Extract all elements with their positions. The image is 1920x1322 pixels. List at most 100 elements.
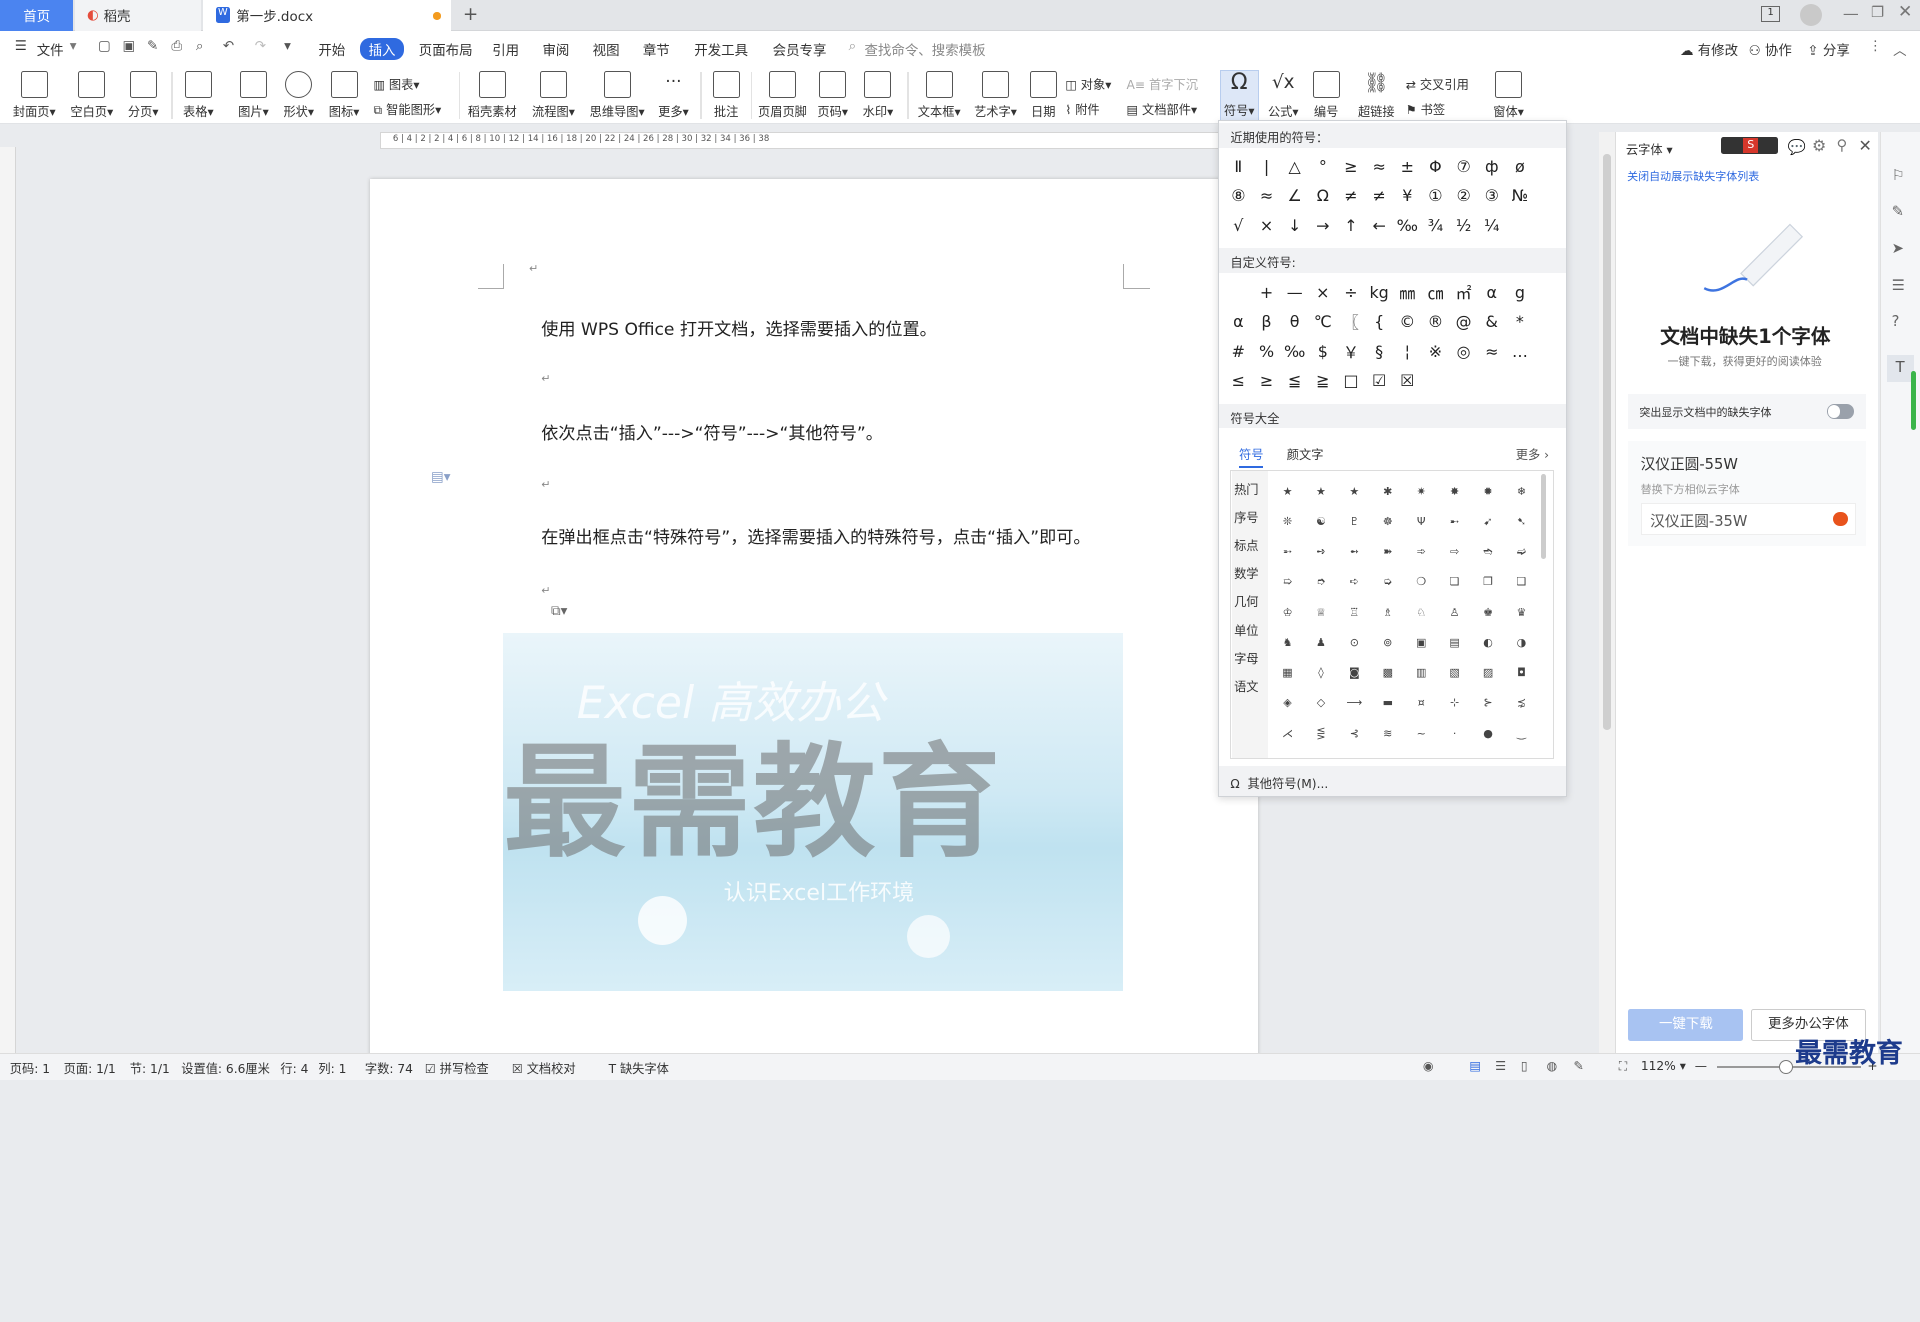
hyperlink-button[interactable]: ⛓ 超链接 [1357, 71, 1396, 120]
pin-icon[interactable]: ⚲ [1837, 137, 1848, 154]
symbol-cell[interactable]: ♇ [1338, 506, 1371, 536]
symbol-cell[interactable]: ¾ [1421, 210, 1449, 239]
symbol-cell[interactable]: Ψ [1404, 506, 1437, 536]
symbol-cell[interactable]: ø [1506, 152, 1534, 181]
textbox-button[interactable]: 文本框▾ [916, 71, 963, 120]
symbol-cell[interactable]: ↑ [1337, 210, 1365, 239]
symbol-cell[interactable]: ≥ [1252, 366, 1280, 395]
symbol-cell[interactable]: β [1252, 307, 1280, 336]
symbol-cell[interactable]: ⑧ [1224, 181, 1252, 210]
symbol-cell[interactable]: ➭ [1371, 567, 1404, 597]
symbol-cell[interactable]: ♕ [1304, 597, 1337, 627]
panel-close-icon[interactable]: ✕ [1859, 136, 1872, 155]
symbol-cell[interactable]: # [1224, 336, 1252, 365]
symbol-cell[interactable]: ⑦ [1450, 152, 1478, 181]
symbol-cell[interactable]: ⇨ [1438, 537, 1471, 567]
symbol-cell[interactable]: ¤ [1404, 688, 1437, 718]
paragraph-2[interactable]: 依次点击“插入”--->“符号”--->“其他符号”。 [541, 419, 883, 444]
symbol-cell[interactable]: → [1309, 210, 1337, 239]
symbol-cell[interactable]: ▩ [1371, 658, 1404, 688]
symbol-cell[interactable]: ㎜ [1393, 278, 1421, 307]
more-symbols-link[interactable]: 更多 › [1516, 445, 1549, 463]
symbol-category[interactable]: 字母 [1234, 649, 1258, 667]
symbol-cell[interactable]: ➵ [1271, 537, 1304, 567]
scroll-thumb[interactable] [1602, 154, 1612, 730]
blank-page-button[interactable]: 空白页▾ [70, 71, 114, 120]
more-options-icon[interactable]: ⋮ [1869, 39, 1882, 54]
symbol-cell[interactable]: ⊱ [1471, 688, 1504, 718]
symbol-cell[interactable]: ❄ [1505, 476, 1538, 506]
symbol-cell[interactable]: ➫ [1505, 537, 1538, 567]
attachment-button[interactable]: ⌇ 附件 [1065, 100, 1099, 118]
other-symbols-button[interactable]: Ω 其他符号(M)... [1219, 766, 1566, 796]
symbol-cell[interactable]: ½ [1450, 210, 1478, 239]
tab-home[interactable]: 首页 [0, 0, 74, 31]
symbol-cell[interactable]: ¥ [1393, 181, 1421, 210]
table-button[interactable]: 表格▾ [181, 71, 215, 120]
symbol-cell[interactable]: ‰ [1281, 336, 1309, 365]
ruler-vertical[interactable] [0, 146, 16, 1054]
clipboard-icon[interactable]: ⧉▾ [551, 604, 567, 619]
symbol-cell[interactable]: ⊰ [1338, 718, 1371, 748]
symbol-button[interactable]: Ω 符号▾ [1219, 69, 1259, 122]
crossref-button[interactable]: ⇄ 交叉引用 [1406, 75, 1469, 93]
symbol-cell[interactable]: ♘ [1404, 597, 1437, 627]
eye-icon[interactable]: ◉ [1423, 1059, 1434, 1073]
symbol-cell[interactable]: % [1252, 336, 1280, 365]
shape-button[interactable]: 形状▾ [282, 71, 316, 120]
symbol-cell[interactable]: ♚ [1471, 597, 1504, 627]
symbol-cell[interactable]: ➪ [1338, 567, 1371, 597]
symbol-cell[interactable]: ▥ [1404, 658, 1437, 688]
cover-page-button[interactable]: 封面页▾ [12, 71, 56, 120]
symbol-cell[interactable]: ¼ [1478, 210, 1506, 239]
replace-font-option[interactable]: 汉仪正圆-35W [1640, 503, 1857, 536]
symbol-cell[interactable]: ≈ [1478, 336, 1506, 365]
collapse-ribbon-icon[interactable]: ︿ [1893, 39, 1906, 59]
symbol-cell[interactable]: ➾ [1404, 537, 1437, 567]
symbol-cell[interactable]: ③ [1478, 181, 1506, 210]
zoom-slider-thumb[interactable] [1779, 1060, 1793, 1074]
menu-layout[interactable]: 页面布局 [419, 39, 473, 59]
symbol-cell[interactable]: ≠ [1365, 181, 1393, 210]
symbol-cell[interactable]: ⋚ [1304, 718, 1337, 748]
symbol-cell[interactable]: ◙ [1338, 658, 1371, 688]
help-icon[interactable]: ? [1892, 313, 1900, 330]
symbol-cell[interactable]: ※ [1421, 336, 1449, 365]
avatar[interactable] [1800, 3, 1823, 26]
quick-access-more-icon[interactable]: ▾ [284, 39, 291, 54]
symbol-cell[interactable]: { [1365, 307, 1393, 336]
symbol-cell[interactable]: ☒ [1393, 366, 1421, 395]
symbol-cell[interactable]: ≥ [1337, 152, 1365, 181]
symbol-category[interactable]: 单位 [1234, 621, 1258, 639]
symbol-cell[interactable]: ‰ [1393, 210, 1421, 239]
symbol-cell[interactable]: № [1506, 181, 1534, 210]
symbol-category[interactable]: 语文 [1234, 677, 1258, 695]
page-view-icon[interactable]: ▤ [1469, 1059, 1481, 1073]
symbol-cell[interactable]: △ [1281, 152, 1309, 181]
preview-icon[interactable]: ⌕ [196, 39, 204, 54]
page-number-button[interactable]: 页码▾ [816, 71, 850, 120]
paste-options-icon[interactable]: ▤▾ [431, 470, 450, 485]
settings-sliders-icon[interactable]: ☰ [1892, 277, 1905, 294]
docpart-button[interactable]: ▤ 文档部件▾ [1127, 100, 1198, 118]
symbol-cell[interactable]: ➷ [1505, 506, 1538, 536]
zoom-level[interactable]: 112% ▾ [1641, 1059, 1686, 1073]
symbol-cell[interactable]: ⊚ [1371, 627, 1404, 657]
symbol-cell[interactable]: | [1252, 152, 1280, 181]
symbol-cell[interactable]: @ [1450, 307, 1478, 336]
symbol-cell[interactable]: ▣ [1404, 627, 1437, 657]
symbol-cell[interactable]: ‿ [1505, 718, 1538, 748]
tab-symbols[interactable]: 符号 [1238, 445, 1264, 468]
tab-document[interactable]: W 第一步.docx [203, 0, 451, 31]
status-section[interactable]: 节: 1/1 [130, 1059, 170, 1077]
chevron-down-icon[interactable]: ▾ [70, 39, 77, 54]
symbol-cell[interactable]: — [1281, 278, 1309, 307]
symbol-cell[interactable]: ≤ [1224, 366, 1252, 395]
web-view-icon[interactable]: ◍ [1547, 1059, 1558, 1073]
daoke-material-button[interactable]: 稻壳素材 [468, 71, 517, 120]
picture-button[interactable]: 图片▾ [236, 71, 270, 120]
status-col[interactable]: 列: 1 [318, 1059, 346, 1077]
symbol-cell[interactable]: ◇ [1304, 688, 1337, 718]
symbol-cell[interactable]: ☸ [1371, 506, 1404, 536]
symbol-cell[interactable]: ★ [1304, 476, 1337, 506]
